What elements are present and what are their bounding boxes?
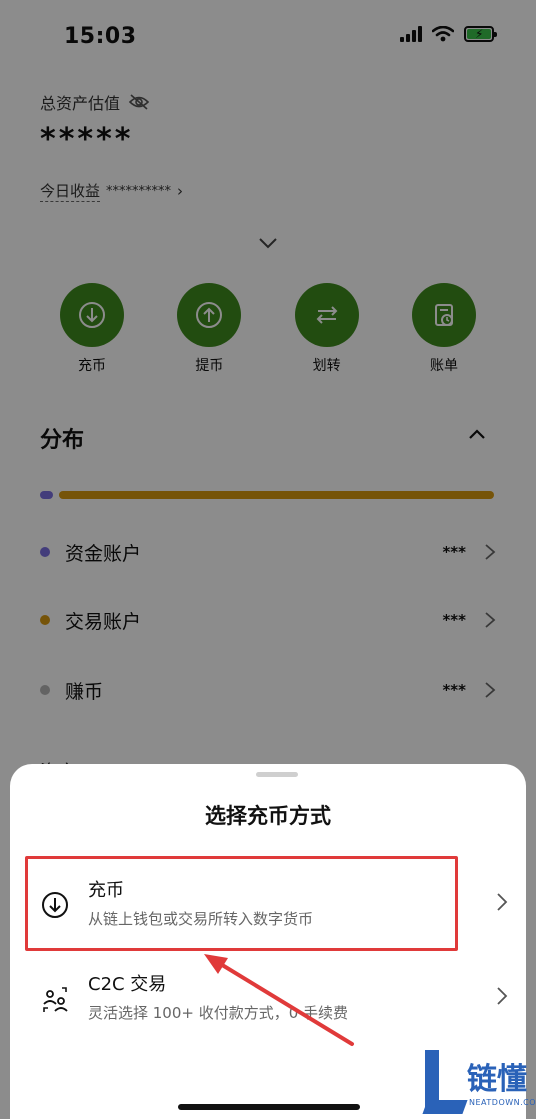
watermark-brand: 链懂: [467, 1062, 527, 1097]
home-indicator: [178, 1104, 360, 1110]
annotation-arrow-icon: [204, 954, 354, 1046]
watermark-logo: 链懂 NEATDOWN.COM: [421, 1046, 536, 1119]
watermark-sub: NEATDOWN.COM: [469, 1098, 536, 1107]
